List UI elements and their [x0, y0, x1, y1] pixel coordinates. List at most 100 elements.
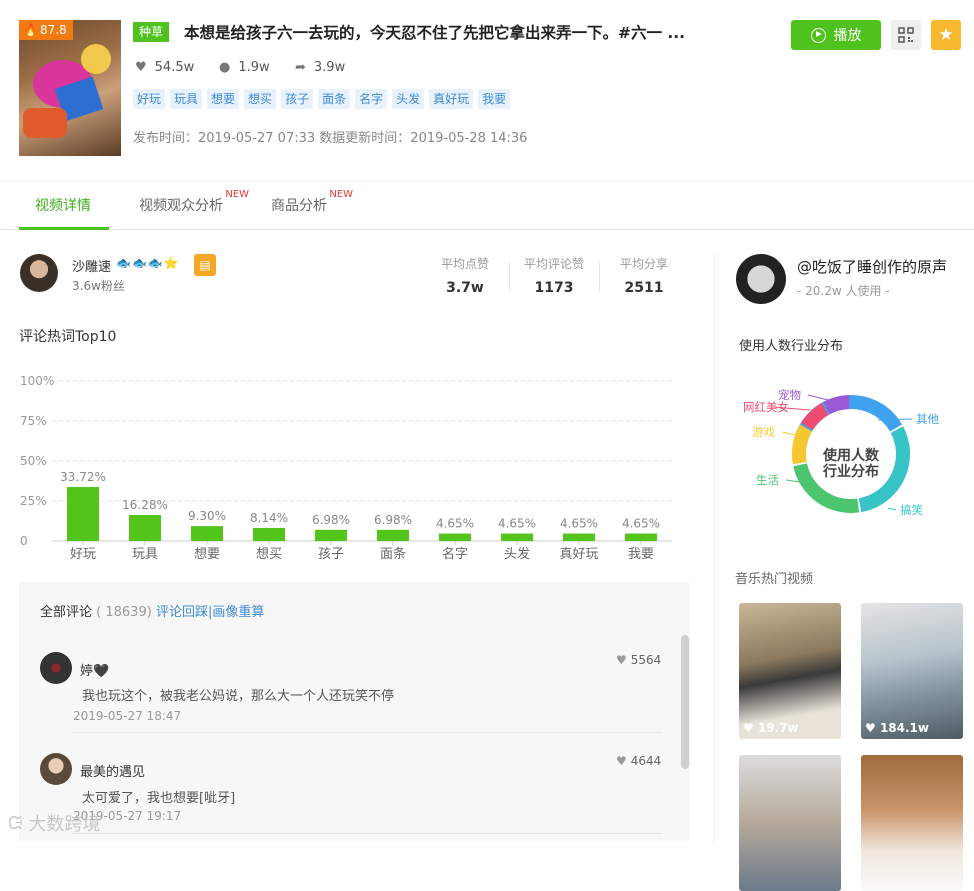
tab-label: 视频观众分析	[139, 198, 223, 214]
new-badge: NEW	[225, 189, 249, 200]
shop-icon[interactable]: ▤	[194, 254, 216, 276]
hot-video-card[interactable]	[861, 755, 963, 891]
tag-chip[interactable]: 名字	[355, 89, 388, 109]
avg-likes: 平均点赞 3.7w	[425, 255, 505, 296]
donut-center-line1: 使用人数	[822, 447, 880, 464]
author-name[interactable]: 沙雕速	[72, 256, 111, 275]
bar	[315, 529, 347, 541]
comment-like-count: 5564	[630, 653, 662, 667]
tag-chip[interactable]: 孩子	[281, 89, 314, 109]
tab-video-detail[interactable]: 视频详情	[35, 181, 91, 231]
tab-audience-analysis[interactable]: 视频观众分析 NEW	[139, 181, 249, 231]
video-title[interactable]: 本想是给孩子六一去玩的，今天忍不住了先把它拿出来弄一下。#六一 ...	[184, 21, 704, 43]
donut-segment	[792, 424, 813, 465]
divider	[72, 833, 662, 834]
heat-score-badge: 🔥 87.8	[19, 20, 73, 40]
tab-label: 商品分析	[271, 198, 327, 214]
music-title[interactable]: @吃饭了睡创作的原声	[797, 256, 947, 277]
likes-stat: ♥ 54.5w	[135, 58, 194, 76]
comments-stat: ● 1.9w	[219, 58, 270, 76]
tag-chip[interactable]: 想买	[244, 89, 277, 109]
y-tick-label: 0	[20, 534, 28, 548]
tag-chip[interactable]: 玩具	[170, 89, 203, 109]
active-tab-indicator	[19, 227, 109, 230]
watermark-text: 大数跨境	[28, 814, 101, 835]
bar-value-label: 33.72%	[60, 470, 106, 484]
hot-video-like-count: 184.1w	[879, 721, 929, 735]
bar-value-label: 16.28%	[122, 498, 168, 512]
tag-chip[interactable]: 好玩	[133, 89, 166, 109]
hot-video-likes: ♥ 19.7w	[743, 721, 799, 735]
comment-time: 2019-05-27 18:47	[73, 709, 182, 723]
tag-chip[interactable]: 想要	[207, 89, 240, 109]
bar	[129, 514, 161, 541]
comment-likes[interactable]: ♥ 5564	[616, 653, 661, 667]
qr-code-button[interactable]	[891, 20, 921, 50]
tab-product-analysis[interactable]: 商品分析 NEW	[271, 181, 353, 231]
comments-label: 全部评论	[40, 605, 93, 620]
heart-icon: ♥	[135, 59, 147, 75]
comments-count: 1.9w	[238, 59, 270, 75]
favorite-button[interactable]: ★	[931, 20, 961, 50]
comment-likes[interactable]: ♥ 4644	[616, 754, 661, 768]
donut-segment-label: 网红美女	[743, 400, 789, 414]
bar	[67, 487, 99, 541]
bar-value-label: 9.30%	[188, 509, 226, 523]
bar-value-label: 4.65%	[622, 517, 660, 531]
hot-video-card[interactable]: ♥ 19.7w	[739, 603, 841, 739]
comment-icon: ●	[219, 59, 231, 75]
column-divider	[714, 254, 715, 844]
heart-icon: ♥	[616, 653, 627, 667]
y-tick-label: 25%	[20, 494, 47, 508]
hot-video-card[interactable]	[739, 755, 841, 891]
flame-icon: 🔥	[23, 23, 38, 37]
tag-chip[interactable]: 我要	[478, 89, 511, 109]
donut-segment-label: 生活	[756, 473, 779, 487]
heat-score: 87.8	[39, 23, 67, 37]
comment-user[interactable]: 婷🖤	[80, 660, 109, 679]
x-tick-label: 玩具	[132, 547, 158, 562]
divider	[72, 732, 662, 733]
watermark: ᙍ 大数跨境	[8, 810, 100, 836]
hot-video-like-count: 19.7w	[757, 721, 799, 735]
music-avatar[interactable]	[736, 254, 786, 304]
donut-leader-line	[785, 479, 801, 483]
bar	[439, 533, 471, 541]
play-button[interactable]: 播放	[791, 20, 881, 50]
shares-count: 3.9w	[313, 59, 346, 75]
comment-avatar[interactable]	[40, 753, 72, 785]
likes-count: 54.5w	[154, 59, 195, 75]
tag-chip[interactable]: 真好玩	[429, 89, 474, 109]
video-thumbnail[interactable]	[19, 20, 121, 156]
tag-chip[interactable]: 面条	[318, 89, 351, 109]
hot-video-card[interactable]: ♥ 184.1w	[861, 603, 963, 739]
x-tick-label: 想买	[256, 546, 282, 562]
comment-text: 太可爱了，我也想要[呲牙]	[82, 791, 236, 806]
avg-comment-likes: 平均评论赞 1173	[514, 255, 594, 296]
comments-scrollbar[interactable]	[681, 635, 689, 769]
bar	[377, 529, 409, 541]
comments-refresh-link[interactable]: 评论回踩|画像重算	[156, 605, 264, 620]
tag-chip[interactable]: 头发	[392, 89, 425, 109]
comment-avatar[interactable]	[40, 652, 72, 684]
avg-label: 平均分享	[619, 257, 668, 271]
new-badge: NEW	[329, 189, 353, 200]
donut-segment-label: 宠物	[778, 388, 801, 402]
bar	[501, 533, 533, 541]
author-avatar[interactable]	[20, 254, 58, 292]
x-tick-label: 想要	[194, 546, 220, 562]
bar	[625, 533, 657, 541]
donut-segment-label: 其他	[916, 412, 939, 426]
comment-like-count: 4644	[630, 754, 662, 768]
y-tick-label: 75%	[20, 414, 47, 428]
publish-time: 发布时间：2019-05-27 07:33	[133, 131, 316, 146]
donut-leader-line	[807, 394, 829, 401]
comment-user[interactable]: 最美的遇见	[80, 761, 145, 780]
play-icon	[810, 27, 826, 43]
x-tick-label: 孩子	[318, 547, 344, 562]
author-name-emoji: 🐟🐟🐟⭐	[116, 256, 180, 270]
bar	[563, 533, 595, 541]
avg-value: 3.7w	[446, 280, 484, 296]
x-tick-label: 好玩	[70, 547, 96, 562]
heart-icon: ♥	[865, 721, 876, 735]
